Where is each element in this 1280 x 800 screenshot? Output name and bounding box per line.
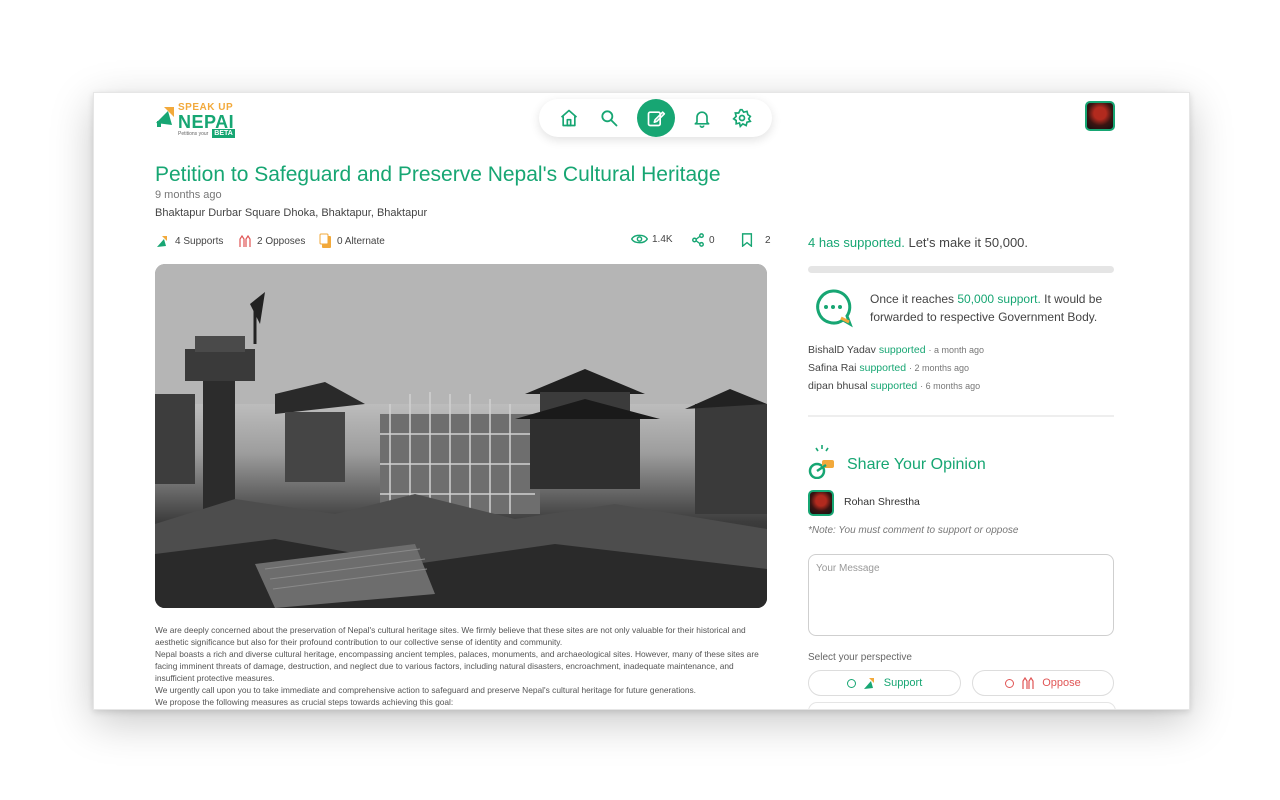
edit-icon[interactable]	[636, 99, 675, 137]
petition-image	[155, 264, 767, 608]
petition-title: Petition to Safeguard and Preserve Nepal…	[155, 163, 721, 186]
main-nav	[539, 99, 772, 137]
supporter-time: · 6 months ago	[920, 381, 981, 391]
message-input[interactable]	[808, 554, 1114, 636]
radio-icon	[846, 678, 856, 688]
supporter-item: BishalD Yadav supported · a month ago	[808, 341, 984, 359]
share-stat[interactable]: 0	[691, 233, 715, 247]
perspective-label: Select your perspective	[808, 652, 912, 663]
alternate-stat[interactable]: 0 Alternate	[319, 233, 385, 249]
bookmark-icon	[741, 233, 753, 247]
chat-bubble-icon	[813, 288, 853, 333]
eye-icon	[631, 234, 648, 244]
goal-text: 4 has supported. Let's make it 50,000.	[808, 235, 1028, 250]
supporter-action: supported	[870, 380, 918, 392]
beta-badge: BETA	[212, 129, 235, 138]
supporter-time: · 2 months ago	[909, 363, 970, 373]
bookmark-count: 2	[765, 234, 771, 246]
home-icon[interactable]	[557, 106, 581, 130]
logo[interactable]: SPEAK UP NEPAI Petitions your BETA	[154, 103, 235, 138]
body-paragraph: We propose the following measures as cru…	[155, 697, 454, 707]
goal-count: 4 has supported.	[808, 235, 905, 250]
megaphone-icon	[154, 103, 176, 129]
supports-count: 4 Supports	[175, 235, 224, 247]
share-count: 0	[709, 234, 715, 246]
logo-subtitle: Petitions your	[178, 131, 209, 137]
supporter-time: · a month ago	[928, 345, 984, 355]
divider	[808, 415, 1114, 417]
support-option[interactable]: Support	[808, 670, 961, 696]
stats-bar: 4 Supports 2 Opposes 0 Alternate 1.4K 0 …	[155, 233, 771, 249]
supporter-name[interactable]: dipan bhusal	[808, 380, 868, 392]
views-stat: 1.4K	[631, 233, 673, 245]
body-paragraph: Nepal boasts a rich and diverse cultural…	[155, 649, 759, 683]
bell-icon[interactable]	[690, 106, 714, 130]
user-avatar[interactable]	[1085, 101, 1115, 131]
radio-icon	[1005, 678, 1015, 688]
goal-rest: Let's make it 50,000.	[904, 235, 1029, 250]
supporter-name[interactable]: BishalD Yadav	[808, 344, 876, 356]
support-icon	[863, 678, 874, 689]
oppose-label: Oppose	[1042, 677, 1081, 689]
alternate-option[interactable]	[808, 702, 1116, 709]
goal-note-text: Once it reaches	[870, 292, 958, 306]
alternate-icon	[319, 233, 331, 248]
views-count: 1.4K	[652, 233, 673, 245]
supports-stat[interactable]: 4 Supports	[155, 233, 223, 249]
opinion-megaphone-icon	[808, 443, 842, 484]
oppose-icon	[1022, 676, 1034, 689]
support-label: Support	[883, 677, 923, 689]
supporter-action: supported	[878, 344, 926, 356]
supporter-item: dipan bhusal supported · 6 months ago	[808, 377, 984, 395]
location: Bhaktapur Durbar Square Dhoka, Bhaktapur…	[155, 207, 428, 219]
supporter-name[interactable]: Safina Rai	[808, 362, 856, 374]
body-paragraph: We urgently call upon you to take immedi…	[155, 685, 697, 695]
bookmark-stat[interactable]: 2	[741, 233, 771, 247]
alternate-count: 0 Alternate	[337, 235, 385, 247]
author-name: Rohan Shrestha	[844, 496, 920, 508]
supporter-action: supported	[859, 362, 907, 374]
comment-note: *Note: You must comment to support or op…	[808, 525, 1019, 536]
progress-bar	[808, 266, 1114, 273]
goal-note: Once it reaches 50,000 support. It would…	[870, 290, 1110, 326]
app-window: SPEAK UP NEPAI Petitions your BETA Petit…	[93, 92, 1190, 710]
post-time: 9 months ago	[155, 189, 222, 201]
search-icon[interactable]	[597, 106, 621, 130]
opposes-count: 2 Opposes	[257, 235, 306, 247]
gear-icon[interactable]	[730, 106, 754, 130]
supporter-list: BishalD Yadav supported · a month ago Sa…	[808, 341, 984, 395]
goal-target: 50,000 support.	[957, 292, 1041, 306]
body-paragraph: We are deeply concerned about the preser…	[155, 625, 746, 647]
author-avatar	[808, 490, 834, 516]
oppose-option[interactable]: Oppose	[972, 670, 1114, 696]
share-icon	[692, 233, 704, 247]
supporter-item: Safina Rai supported · 2 months ago	[808, 359, 984, 377]
support-icon	[157, 236, 167, 247]
petition-body: We are deeply concerned about the preser…	[155, 624, 767, 708]
oppose-icon	[239, 234, 251, 247]
share-opinion-title: Share Your Opinion	[847, 456, 986, 473]
opposes-stat[interactable]: 2 Opposes	[237, 233, 305, 249]
